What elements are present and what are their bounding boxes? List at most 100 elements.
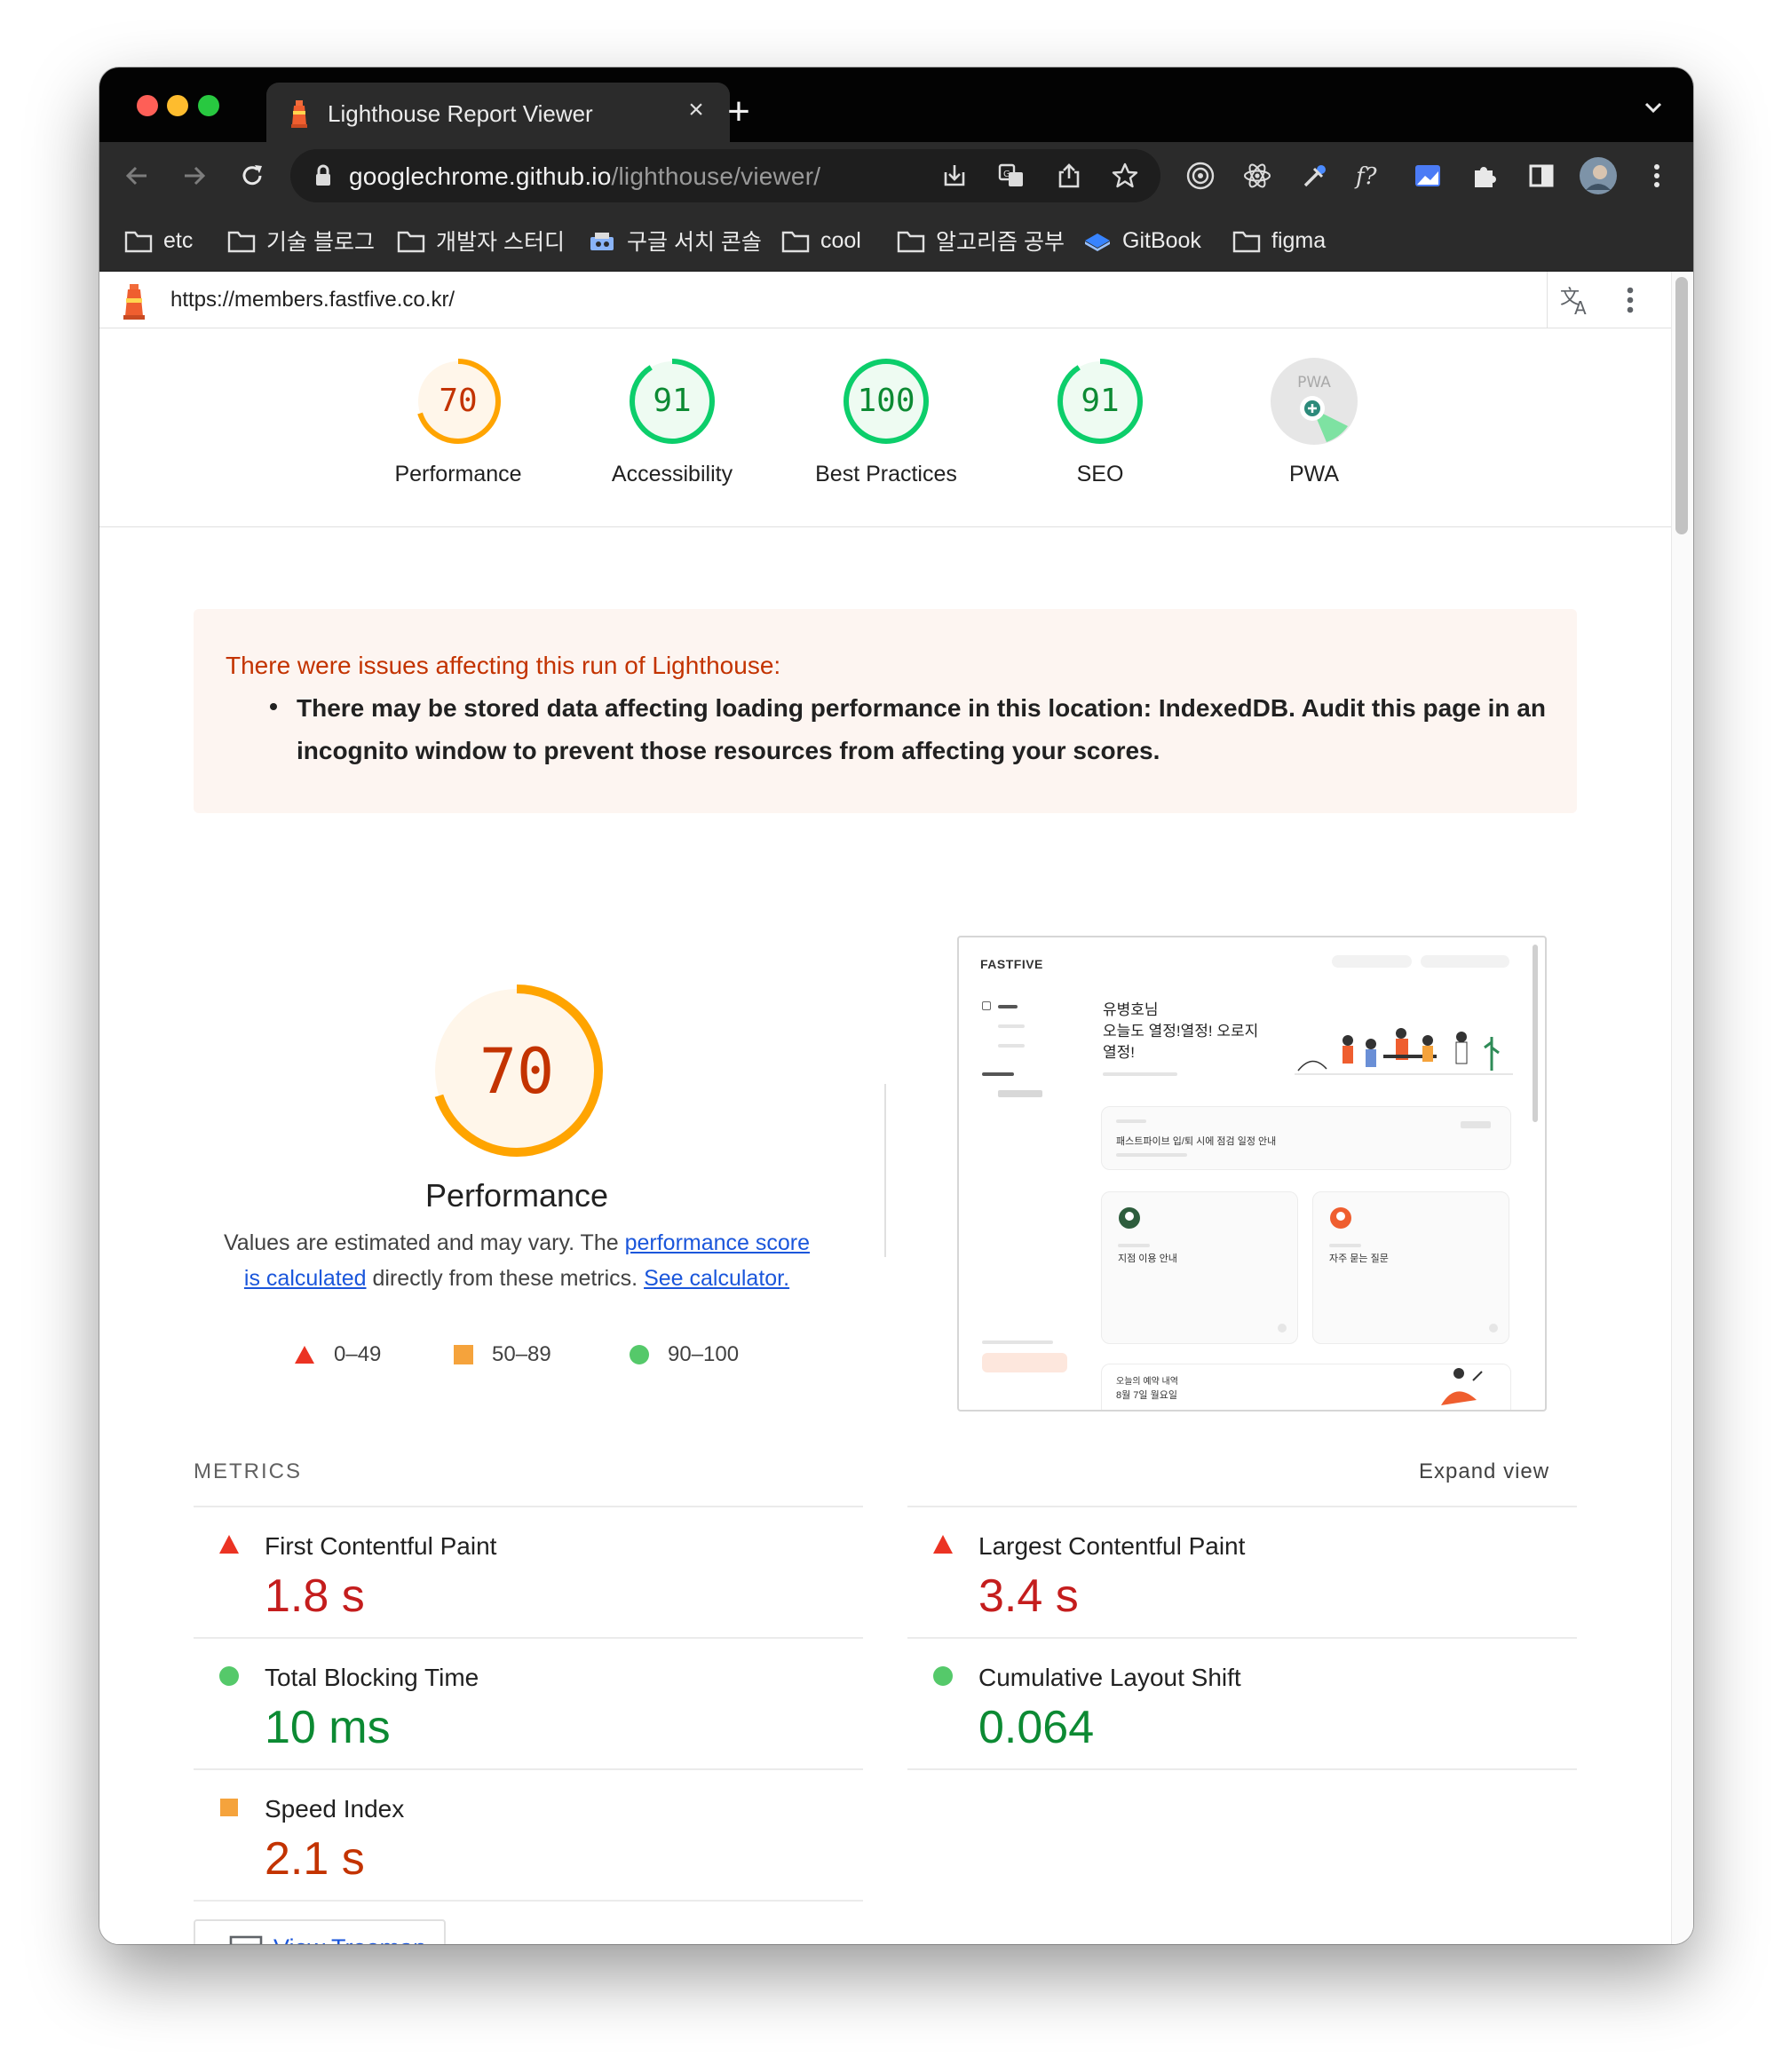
gauge-pwa[interactable]: PWA PWA xyxy=(1225,357,1403,487)
report-url: https://members.fastfive.co.kr/ xyxy=(170,288,455,312)
metric-label: Total Blocking Time xyxy=(265,1664,479,1691)
bookmark-search-console[interactable]: 구글 서치 콘솔 xyxy=(588,224,762,257)
performance-gauge[interactable]: 70 xyxy=(428,982,606,1159)
bookmark-folder-etc[interactable]: etc xyxy=(124,224,193,257)
extensions-icon[interactable] xyxy=(1465,156,1504,195)
score-gauges: 70 Performance 91 Accessibility 100 Best… xyxy=(99,328,1671,527)
metric-speed-index[interactable]: Speed Index 2.1 s xyxy=(194,1770,863,1902)
chevron-down-icon[interactable] xyxy=(1638,92,1668,123)
see-calculator-link[interactable]: See calculator. xyxy=(644,1266,789,1291)
lock-icon[interactable] xyxy=(313,164,333,187)
more-vert-icon[interactable] xyxy=(1609,279,1651,321)
svg-text:A: A xyxy=(1574,297,1587,318)
folder-icon xyxy=(124,231,153,253)
more-vert-icon[interactable] xyxy=(1637,156,1676,195)
expand-view-toggle[interactable]: Expand view xyxy=(1419,1459,1549,1484)
gauge-ring: 91 xyxy=(630,359,715,444)
gauge-accessibility[interactable]: 91 Accessibility xyxy=(583,357,761,487)
target-extension-icon[interactable] xyxy=(1181,156,1220,195)
react-devtools-icon[interactable] xyxy=(1238,156,1277,195)
lighthouse-icon xyxy=(291,100,307,128)
legend-pass: 90–100 xyxy=(629,1337,739,1372)
svg-text:PWA: PWA xyxy=(1297,374,1331,391)
browser-toolbar: googlechrome.github.io/lighthouse/viewer… xyxy=(99,142,1693,210)
bookmark-gitbook[interactable]: GitBook xyxy=(1083,224,1201,257)
share-icon[interactable] xyxy=(1049,156,1089,195)
metric-value: 1.8 s xyxy=(265,1570,365,1622)
svg-text:f?: f? xyxy=(1354,163,1378,190)
screen-capture-icon[interactable] xyxy=(1408,156,1447,195)
svg-text:70: 70 xyxy=(439,383,477,419)
gauge-ring: 100 xyxy=(844,359,929,444)
circle-icon xyxy=(933,1666,953,1686)
metric-value: 10 ms xyxy=(265,1702,391,1753)
bookmark-folder-dev-study[interactable]: 개발자 스터디 xyxy=(397,224,565,257)
thumb-heading: 유병호님 오늘도 열정!열정! 오로지 열정! xyxy=(1103,1001,1259,1061)
gauge-best-practices[interactable]: 100 Best Practices xyxy=(797,357,975,487)
address-bar[interactable]: googlechrome.github.io/lighthouse/viewer… xyxy=(290,149,1160,202)
square-icon xyxy=(220,1799,238,1816)
folder-icon xyxy=(227,231,256,253)
gauge-seo[interactable]: 91 SEO xyxy=(1011,357,1189,487)
triangle-icon xyxy=(933,1535,953,1554)
new-tab-button[interactable]: + xyxy=(712,85,765,138)
circle-icon xyxy=(630,1345,649,1364)
translate-icon[interactable]: 文A xyxy=(1547,272,1604,328)
gauge-performance[interactable]: 70 Performance xyxy=(369,357,547,487)
bullet-icon xyxy=(270,703,277,710)
gauge-label: Best Practices xyxy=(815,462,957,486)
legend-fail: 0–49 xyxy=(293,1337,381,1372)
performance-title: Performance xyxy=(424,1177,609,1214)
bookmark-folder-algorithm[interactable]: 알고리즘 공부 xyxy=(897,224,1065,257)
metric-total-blocking-time[interactable]: Total Blocking Time 10 ms xyxy=(194,1639,863,1770)
tab-lighthouse-viewer[interactable]: Lighthouse Report Viewer × xyxy=(266,83,730,142)
final-screenshot[interactable]: FASTFIVE 유병호님 오늘도 열정!열정! 오로지 열정! 패스트파이브 … xyxy=(957,936,1547,1412)
tab-close-icon[interactable]: × xyxy=(680,94,712,126)
minimize-window-button[interactable] xyxy=(167,95,188,116)
treemap-icon xyxy=(229,1935,263,1944)
scrollbar-thumb[interactable] xyxy=(1675,277,1688,534)
profile-avatar[interactable] xyxy=(1579,156,1618,195)
viewer-topbar: https://members.fastfive.co.kr/ 文A xyxy=(99,272,1671,328)
thumb-card-branch: 지점 이용 안내 xyxy=(1101,1191,1298,1344)
close-window-button[interactable] xyxy=(137,95,158,116)
metric-first-contentful-paint[interactable]: First Contentful Paint 1.8 s xyxy=(194,1507,863,1639)
bookmark-folder-figma[interactable]: figma xyxy=(1232,224,1326,257)
circle-icon xyxy=(219,1666,239,1686)
back-arrow-icon[interactable] xyxy=(117,156,156,195)
install-icon[interactable] xyxy=(935,156,974,195)
gauge-ring: 70 xyxy=(416,359,501,444)
bookmark-folder-tech-blog[interactable]: 기술 블로그 xyxy=(227,224,375,257)
thumb-illustration xyxy=(1441,1368,1483,1405)
thumb-illustration xyxy=(1295,1028,1513,1075)
svg-text:91: 91 xyxy=(653,383,691,419)
pwa-badge-icon: PWA xyxy=(1271,358,1358,445)
thumb-brand: FASTFIVE xyxy=(980,957,1043,971)
bookmark-folder-cool[interactable]: cool xyxy=(781,224,861,257)
performance-description: Values are estimated and may vary. The p… xyxy=(223,1230,811,1291)
metric-label: Largest Contentful Paint xyxy=(978,1532,1246,1560)
thumb-nav-icon xyxy=(982,1001,991,1010)
folder-icon xyxy=(781,231,810,253)
lighthouse-viewer: https://members.fastfive.co.kr/ 文A 70 Pe… xyxy=(99,272,1693,1944)
metric-cumulative-layout-shift[interactable]: Cumulative Layout Shift 0.064 xyxy=(907,1639,1577,1770)
search-console-icon xyxy=(590,233,614,250)
star-icon[interactable] xyxy=(1105,156,1144,195)
gitbook-icon xyxy=(1085,233,1110,251)
zoom-window-button[interactable] xyxy=(198,95,219,116)
metric-label: Cumulative Layout Shift xyxy=(978,1664,1241,1691)
font-detector-icon[interactable]: f? xyxy=(1351,156,1390,195)
metric-largest-contentful-paint[interactable]: Largest Contentful Paint 3.4 s xyxy=(907,1507,1577,1639)
folder-icon xyxy=(897,231,925,253)
thumb-notice-card: 패스트파이브 입/퇴 시에 점검 일정 안내 xyxy=(1101,1106,1511,1170)
translate-icon[interactable]: G xyxy=(992,156,1031,195)
gauge-label: Accessibility xyxy=(611,462,733,486)
forward-arrow-icon[interactable] xyxy=(175,156,214,195)
color-picker-icon[interactable] xyxy=(1295,156,1334,195)
view-treemap-button[interactable]: View Treemap xyxy=(194,1919,446,1944)
url-text[interactable]: googlechrome.github.io/lighthouse/viewer… xyxy=(349,162,820,191)
side-panel-icon[interactable] xyxy=(1522,156,1561,195)
square-icon xyxy=(454,1345,473,1364)
metrics-heading: METRICS xyxy=(194,1459,302,1483)
reload-icon[interactable] xyxy=(233,156,272,195)
